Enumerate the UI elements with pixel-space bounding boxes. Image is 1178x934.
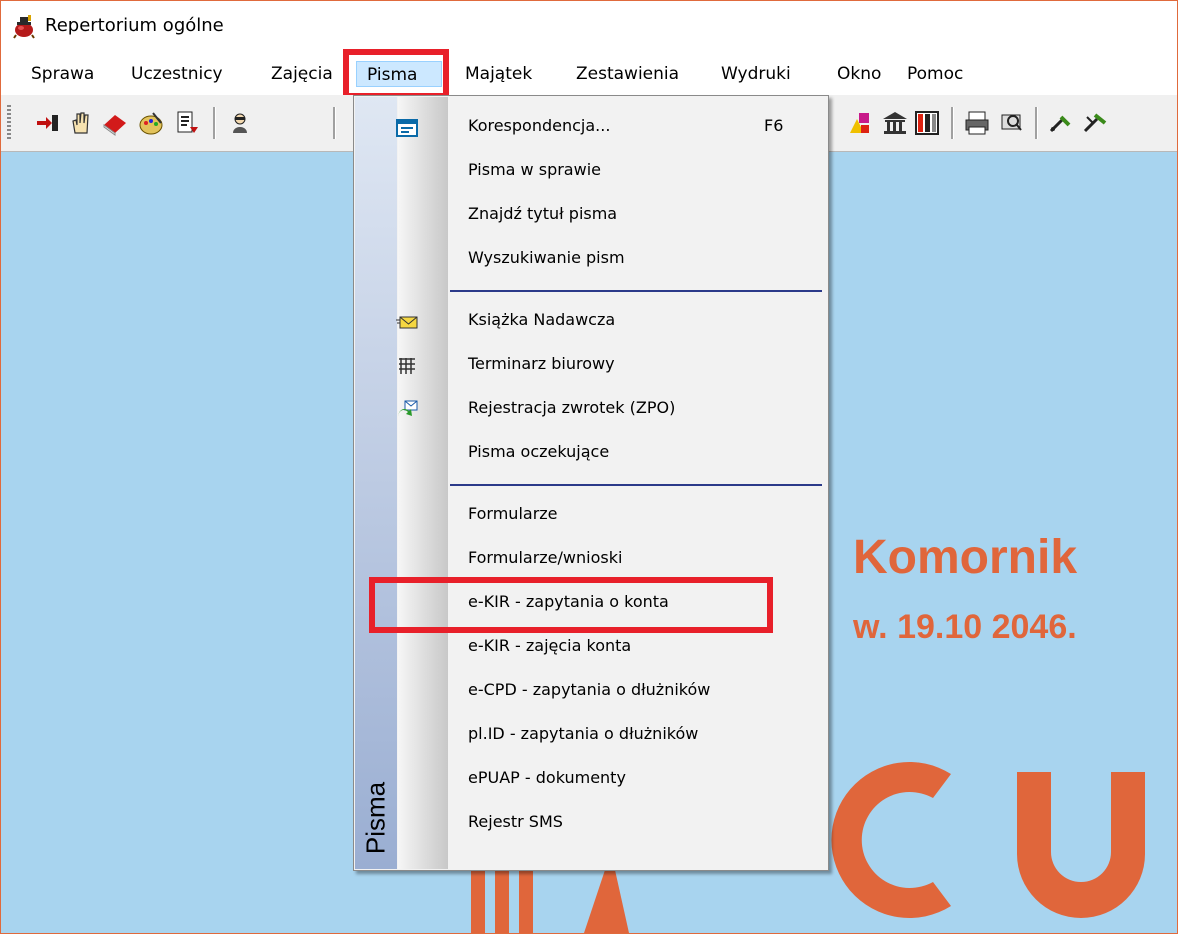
window-title: Repertorium ogólne xyxy=(45,15,224,36)
menu-item-label: Pisma w sprawie xyxy=(468,160,601,179)
envelope-icon xyxy=(396,316,418,329)
return-receipt-icon xyxy=(398,400,418,418)
bank-icon[interactable] xyxy=(881,109,909,137)
hand-icon[interactable] xyxy=(67,109,95,137)
toolbar-separator xyxy=(951,107,954,139)
menu-item-rejestracja-zwrotek[interactable]: Rejestracja zwrotek (ZPO) xyxy=(398,388,826,432)
menu-item-label: Znajdź tytuł pisma xyxy=(468,204,618,223)
menu-item-korespondencja[interactable]: Korespondencja... F6 xyxy=(396,106,826,150)
menu-side-band xyxy=(355,97,397,869)
menu-item-label: Formularze xyxy=(468,504,558,523)
letter-icon xyxy=(396,119,418,137)
palette-icon[interactable] xyxy=(137,109,165,137)
menu-item-label: Korespondencja... xyxy=(468,116,611,135)
menu-separator xyxy=(450,484,822,486)
menu-item-ekir-zajecia[interactable]: e-KIR - zajęcia konta xyxy=(448,626,826,670)
brand-version: w. 19.10 2046. xyxy=(853,608,1077,646)
document-arrow-icon[interactable] xyxy=(173,109,201,137)
person-search-icon[interactable] xyxy=(227,109,255,137)
book-icon[interactable] xyxy=(101,109,129,137)
shapes-icon[interactable] xyxy=(847,109,875,137)
enter-icon[interactable] xyxy=(33,109,61,137)
menu-sprawa[interactable]: Sprawa xyxy=(21,61,104,87)
calendar-grid-icon xyxy=(399,358,415,374)
menu-wydruki[interactable]: Wydruki xyxy=(711,61,801,87)
menu-majatek[interactable]: Majątek xyxy=(455,61,542,87)
menu-item-label: Formularze/wnioski xyxy=(468,548,623,567)
menu-item-formularze[interactable]: Formularze xyxy=(448,494,826,538)
menu-item-label: Terminarz biurowy xyxy=(468,354,615,373)
menu-item-plid-zapytania[interactable]: pl.ID - zapytania o dłużników xyxy=(448,714,826,758)
menu-item-label: e-KIR - zajęcia konta xyxy=(468,636,632,655)
menu-item-pisma-oczekujace[interactable]: Pisma oczekujące xyxy=(448,432,826,476)
print-preview-icon[interactable] xyxy=(997,109,1025,137)
menu-item-label: Wyszukiwanie pism xyxy=(468,248,625,267)
menu-pomoc[interactable]: Pomoc xyxy=(897,61,973,87)
title-bar: Repertorium ogólne xyxy=(1,1,1177,51)
menu-item-shortcut: F6 xyxy=(764,116,784,135)
pisma-dropdown-menu: Pisma Korespondencja... F6 Pisma w spraw… xyxy=(353,95,829,871)
toolbar-grip[interactable] xyxy=(7,105,11,141)
menu-item-epuap-dokumenty[interactable]: ePUAP - dokumenty xyxy=(448,758,826,802)
menu-separator xyxy=(450,290,822,292)
menu-item-label: Rejestr SMS xyxy=(468,812,563,831)
menu-item-wyszukiwanie-pism[interactable]: Wyszukiwanie pism xyxy=(448,238,826,282)
menu-icon-column xyxy=(398,97,448,869)
printer-icon[interactable] xyxy=(963,109,991,137)
menu-item-znajdz-tytul[interactable]: Znajdź tytuł pisma xyxy=(448,194,826,238)
tools-icon[interactable] xyxy=(1047,109,1075,137)
menu-item-label: Rejestracja zwrotek (ZPO) xyxy=(468,398,676,417)
menu-side-label-text: Pisma xyxy=(360,781,391,855)
menu-okno[interactable]: Okno xyxy=(827,61,891,87)
tools-alt-icon[interactable] xyxy=(1081,109,1109,137)
menu-item-formularze-wnioski[interactable]: Formularze/wnioski xyxy=(448,538,826,582)
brand-title: Komornik xyxy=(853,531,1078,584)
app-window: Repertorium ogólne Sprawa Uczestnicy Zaj… xyxy=(0,0,1178,934)
menu-item-label: Pisma oczekujące xyxy=(468,442,610,461)
menu-zajecia[interactable]: Zajęcia xyxy=(261,61,343,87)
menu-item-ecpd-zapytania[interactable]: e-CPD - zapytania o dłużników xyxy=(448,670,826,714)
toolbar-separator xyxy=(1035,107,1038,139)
menu-item-pisma-w-sprawie[interactable]: Pisma w sprawie xyxy=(448,150,826,194)
menu-item-terminarz-biurowy[interactable]: Terminarz biurowy xyxy=(399,344,826,388)
menu-item-label: ePUAP - dokumenty xyxy=(468,768,626,787)
menu-item-label: e-KIR - zapytania o konta xyxy=(468,592,669,611)
columns-icon[interactable] xyxy=(913,109,941,137)
toolbar-separator xyxy=(213,107,216,139)
menu-pisma[interactable]: Pisma xyxy=(356,61,442,87)
menu-item-ekir-zapytania[interactable]: e-KIR - zapytania o konta xyxy=(448,582,826,626)
menu-bar: Sprawa Uczestnicy Zajęcia Pisma Majątek … xyxy=(1,51,1177,95)
menu-side-label: Pisma xyxy=(356,778,396,858)
toolbar-separator xyxy=(333,107,336,139)
menu-item-label: pl.ID - zapytania o dłużników xyxy=(468,724,699,743)
menu-uczestnicy[interactable]: Uczestnicy xyxy=(121,61,233,87)
menu-item-rejestr-sms[interactable]: Rejestr SMS xyxy=(448,802,826,846)
app-icon xyxy=(13,15,35,39)
menu-item-label: Książka Nadawcza xyxy=(468,310,616,329)
menu-zestawienia[interactable]: Zestawienia xyxy=(566,61,689,87)
menu-item-ksiazka-nadawcza[interactable]: Książka Nadawcza xyxy=(396,300,826,344)
menu-item-label: e-CPD - zapytania o dłużników xyxy=(468,680,711,699)
